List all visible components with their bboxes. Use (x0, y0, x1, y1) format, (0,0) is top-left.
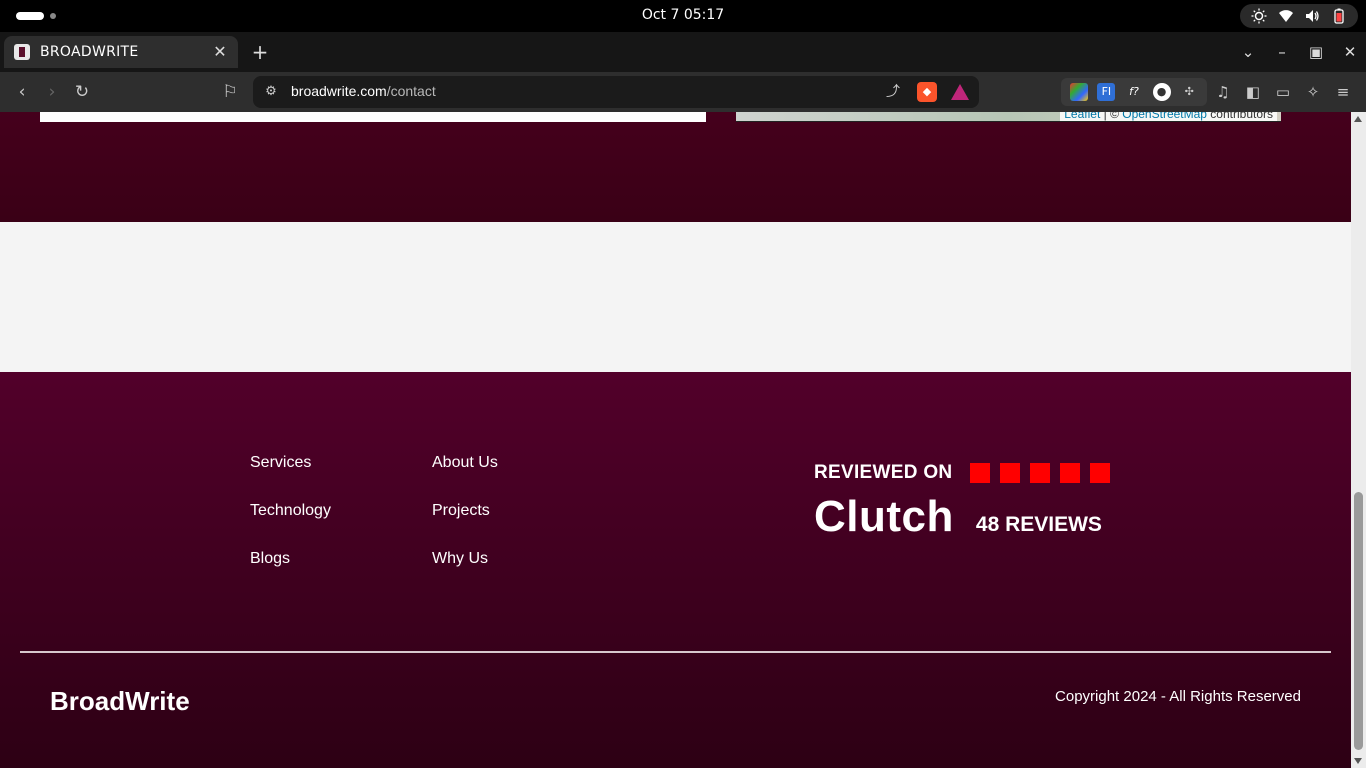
leo-ai-icon[interactable]: ✧ (1304, 82, 1322, 102)
openstreetmap-link[interactable]: OpenStreetMap (1122, 112, 1207, 121)
star-icon (970, 463, 991, 483)
map-attribution: Leaflet | © OpenStreetMap contributors (1060, 112, 1277, 121)
footer-brand-logo[interactable]: BroadWrite (50, 686, 190, 717)
tab-title: BROADWRITE (40, 44, 139, 60)
reviewed-on-label: REVIEWED ON (814, 462, 953, 483)
attribution-separator: | © (1100, 112, 1123, 121)
system-clock[interactable]: Oct 7 05:17 (0, 7, 1366, 23)
spacer-section (0, 222, 1351, 372)
footer-link-blogs[interactable]: Blogs (250, 548, 432, 570)
scroll-down-arrow-icon[interactable] (1354, 758, 1362, 764)
brave-rewards-icon[interactable] (951, 84, 969, 100)
footer-link-projects[interactable]: Projects (432, 500, 582, 522)
sidebar-icon[interactable]: ◧ (1244, 82, 1262, 102)
bookmark-icon[interactable]: ⚐ (220, 82, 240, 102)
address-bar[interactable]: ⚙ broadwrite.com/contact ⤴ ◆ (253, 76, 979, 108)
page-scrollbar[interactable] (1351, 112, 1366, 768)
scroll-up-arrow-icon[interactable] (1354, 116, 1362, 122)
minimize-icon[interactable]: – (1274, 42, 1290, 62)
footer-link-about-us[interactable]: About Us (432, 452, 582, 474)
tab-list-chevron-icon[interactable]: ⌄ (1240, 42, 1256, 62)
footer-link-why-us[interactable]: Why Us (432, 548, 582, 570)
extensions-puzzle-icon[interactable]: ✣ (1180, 83, 1198, 101)
url-text[interactable]: broadwrite.com/contact (291, 83, 436, 99)
clutch-logo-text: Clutch (814, 492, 954, 541)
wifi-icon (1278, 8, 1294, 24)
system-tray[interactable] (1240, 4, 1358, 28)
brightness-icon (1251, 8, 1267, 24)
location-map[interactable]: Leaflet | © OpenStreetMap contributors (736, 112, 1281, 122)
fi-extension-icon[interactable]: FI (1097, 83, 1116, 101)
close-window-icon[interactable]: ✕ (1342, 42, 1358, 62)
contact-section: Leaflet | © OpenStreetMap contributors (0, 112, 1351, 222)
colorful-extension-icon[interactable] (1069, 83, 1088, 101)
rating-stars (970, 463, 1111, 483)
reviewed-on-row: REVIEWED ON (814, 462, 1111, 484)
share-icon[interactable]: ⤴ (883, 82, 903, 102)
star-icon (1060, 463, 1081, 483)
review-count: 48 REVIEWS (975, 513, 1102, 536)
footer-link-technology[interactable]: Technology (250, 500, 432, 522)
site-favicon-icon (14, 44, 30, 60)
tab-broadwrite[interactable]: BROADWRITE ✕ (4, 36, 238, 68)
site-info-icon[interactable]: ⚙ (263, 84, 279, 100)
forward-icon[interactable]: › (42, 82, 62, 102)
formula-extension-icon[interactable]: f? (1125, 83, 1143, 101)
url-path: /contact (386, 83, 436, 99)
wallet-icon[interactable]: ▭ (1274, 82, 1292, 102)
maximize-icon[interactable]: ▣ (1308, 42, 1324, 62)
clutch-row: Clutch 48 REVIEWS (814, 492, 1110, 542)
footer-links: Services About Us Technology Projects Bl… (250, 452, 582, 570)
url-domain: broadwrite.com (291, 83, 387, 99)
brave-shields-icon[interactable]: ◆ (917, 82, 937, 102)
battery-icon (1331, 8, 1347, 24)
reload-icon[interactable]: ↻ (72, 82, 92, 102)
footer-link-services[interactable]: Services (250, 452, 432, 474)
contact-form-card (40, 112, 706, 122)
star-icon (1000, 463, 1021, 483)
copyright-text: Copyright 2024 - All Rights Reserved (1055, 688, 1301, 705)
star-icon (1090, 463, 1111, 483)
footer-divider (20, 651, 1331, 653)
volume-icon (1304, 8, 1320, 24)
site-footer: Services About Us Technology Projects Bl… (0, 372, 1351, 768)
window-controls: ⌄ – ▣ ✕ (1240, 42, 1358, 62)
back-icon[interactable]: ‹ (12, 82, 32, 102)
page-viewport: Leaflet | © OpenStreetMap contributors S… (0, 112, 1351, 768)
address-bar-actions: ⤴ ◆ (883, 82, 969, 102)
menu-icon[interactable]: ≡ (1334, 82, 1352, 102)
star-icon (1030, 463, 1051, 483)
os-top-bar: Oct 7 05:17 (0, 0, 1366, 32)
close-tab-icon[interactable]: ✕ (212, 44, 228, 60)
toolbar-right-icons: ♫ ◧ ▭ ✧ ≡ (1214, 82, 1352, 102)
scrollbar-thumb[interactable] (1354, 492, 1363, 750)
attribution-suffix: contributors (1206, 112, 1273, 121)
circle-extension-icon[interactable]: ● (1152, 83, 1171, 101)
browser-toolbar: ‹ › ↻ ⚐ ⚙ broadwrite.com/contact ⤴ ◆ FI … (0, 72, 1366, 112)
media-icon[interactable]: ♫ (1214, 82, 1232, 102)
clutch-review-badge[interactable]: REVIEWED ON Clutch 48 REVIEWS (814, 462, 1111, 542)
extensions-group: FI f? ● ✣ (1061, 78, 1207, 106)
tab-strip: BROADWRITE ✕ + ⌄ – ▣ ✕ (0, 32, 1366, 72)
leaflet-link[interactable]: Leaflet (1064, 112, 1100, 121)
new-tab-button[interactable]: + (250, 42, 270, 62)
